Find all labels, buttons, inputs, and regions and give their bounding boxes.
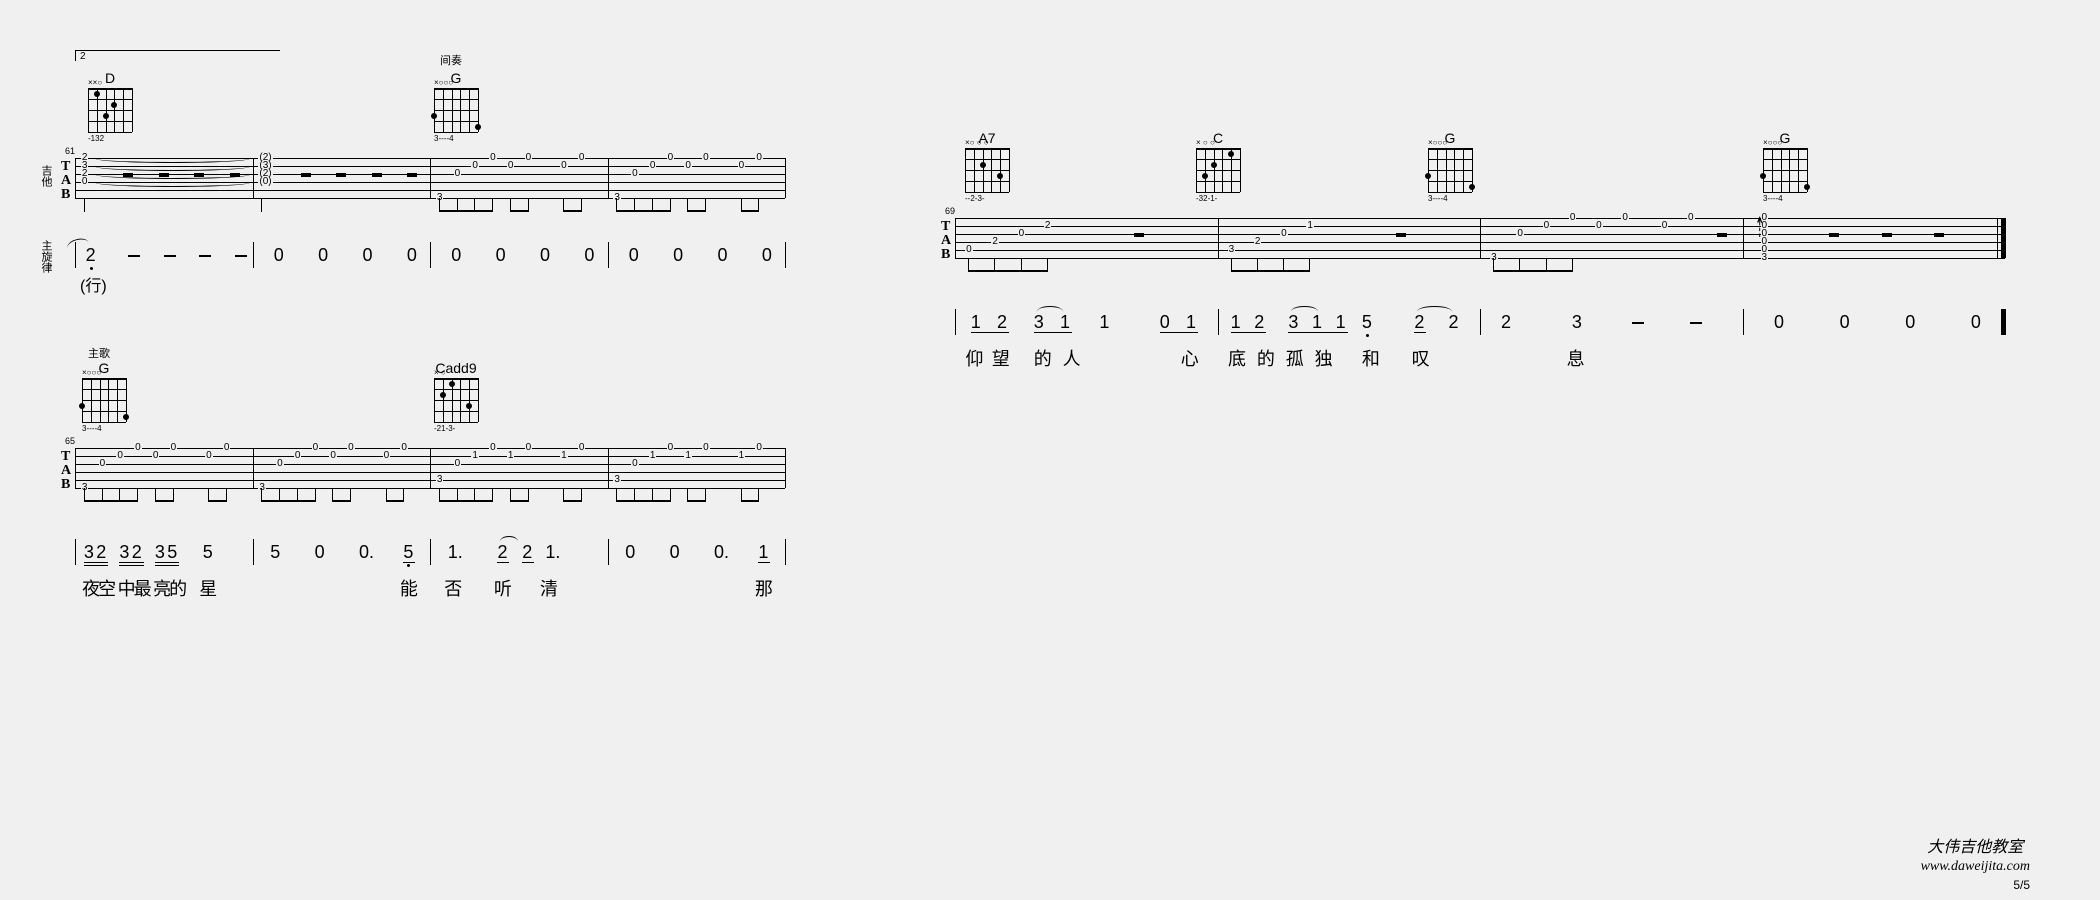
section-label-verse: 主歌 [88, 345, 110, 361]
chord-C: C × ○ ○-32-1- [1196, 130, 1240, 196]
vertical-label-melody: 主旋律 [38, 240, 54, 273]
volta-2: 2 [75, 50, 280, 61]
tab-clef-icon: TAB [941, 220, 951, 262]
page-number: 5/5 [2013, 878, 2030, 892]
melody-extra-xing: (行) [80, 272, 107, 296]
melody-line3: 123110112311522230000 [955, 312, 2005, 342]
melody-line2: 3232355500.51.221.000.1 [75, 542, 785, 572]
section-label-interlude: 间奏 [440, 52, 462, 68]
staff-line1: 61 TAB 2320(2)(3)(2)(0)3000000030000000 [75, 158, 785, 206]
footer-credit: 大伟吉他教室 www.daweijita.com [1921, 833, 2030, 875]
bar-number-61: 61 [65, 146, 75, 156]
chord-G-3: G ×○○○3----4 [1428, 130, 1472, 196]
chord-G-1: G ×○○○3----4 [434, 70, 478, 136]
chord-G-2: G ×○○○3----4 [82, 360, 126, 426]
tab-clef-icon: TAB [61, 450, 71, 492]
staff-line3: 69 TAB 0202320130000000000003⇡ [955, 218, 2005, 266]
tab-clef-icon: TAB [61, 160, 71, 202]
staff-line2: 65 TAB 30000000300000003010101030101010 [75, 448, 785, 496]
bar-number-65: 65 [65, 436, 75, 446]
strum-arrow-icon: ⇡ [1755, 223, 1764, 233]
chord-Cadd9: Cadd9 × ○-21-3- [434, 360, 478, 426]
melody-line1: 2000000000000 [75, 245, 785, 275]
chord-A7: A7 ×○ ○ ○--2-3- [965, 130, 1009, 196]
vertical-label-guitar: 吉他 [38, 165, 54, 187]
lyrics-line2: 夜空中最亮的星能否听清那 [75, 575, 785, 600]
chord-G-4: G ×○○○3----4 [1763, 130, 1807, 196]
chord-D: D ××○-132 [88, 70, 132, 136]
lyrics-line3: 仰望的人心底的孤独和叹息 [955, 345, 2005, 370]
bar-number-69: 69 [945, 206, 955, 216]
